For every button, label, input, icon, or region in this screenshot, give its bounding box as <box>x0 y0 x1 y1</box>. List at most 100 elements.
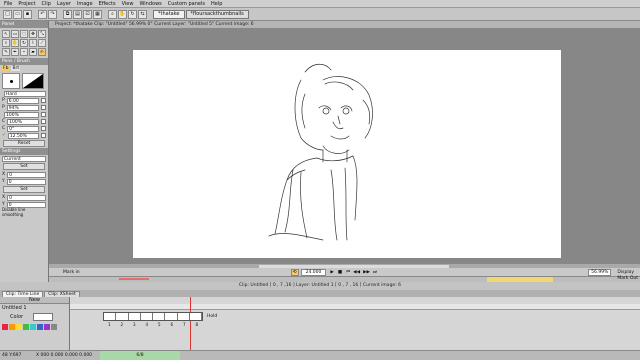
menu-help[interactable]: Help <box>211 1 222 7</box>
rotate-icon[interactable]: ↻ <box>128 9 137 19</box>
color-chip-blue[interactable] <box>37 324 43 330</box>
smoothing-check-icon[interactable]: ✔ <box>2 133 6 138</box>
brush-tab-a[interactable]: Fb <box>2 66 10 71</box>
menu-effects[interactable]: Effects <box>99 1 116 7</box>
first-frame-icon[interactable]: ⏮ <box>346 269 350 275</box>
layer-mode-select[interactable]: Current <box>2 155 46 162</box>
new-layer-button[interactable]: New <box>29 297 40 303</box>
layer-name[interactable]: Untitled 1 <box>2 305 27 311</box>
pen-tool-icon[interactable]: ✒ <box>11 48 19 56</box>
move-tool-icon[interactable]: ✥ <box>29 30 37 38</box>
menu-custom-panels[interactable]: Custom panels <box>168 1 205 7</box>
copy-icon[interactable]: ⧉ <box>63 9 72 19</box>
display-label[interactable]: Display <box>617 270 634 275</box>
brush-size-field[interactable]: 6.00 <box>6 97 39 104</box>
new-icon[interactable]: □ <box>3 9 12 19</box>
rotate-tool-icon[interactable]: ↻ <box>20 39 28 47</box>
drawing-canvas[interactable] <box>133 50 561 258</box>
undo-icon[interactable]: ↶ <box>38 9 47 19</box>
loop-button[interactable]: ⟲ <box>290 268 299 276</box>
menu-view[interactable]: View <box>122 1 134 7</box>
color-chip-red[interactable] <box>2 324 8 330</box>
color-chip-yellow[interactable] <box>16 324 22 330</box>
size-pressure-checkbox[interactable] <box>41 98 46 103</box>
hand-tool-icon[interactable]: ✋ <box>11 39 19 47</box>
paste-icon[interactable]: ▤ <box>73 9 82 19</box>
menu-clip[interactable]: Clip <box>41 1 50 7</box>
last-frame-icon[interactable]: ⏭ <box>373 269 377 275</box>
transform-tool-icon[interactable]: ⤡ <box>38 30 46 38</box>
frame-cell[interactable] <box>141 313 153 320</box>
offset-x-field[interactable]: 0 <box>7 171 46 178</box>
menu-image[interactable]: Image <box>77 1 93 7</box>
menu-project[interactable]: Project <box>18 1 35 7</box>
pencil-tool-icon[interactable]: ✎ <box>2 48 10 56</box>
frame-cell[interactable] <box>129 313 141 320</box>
brush-color-field[interactable]: 100% <box>7 118 39 125</box>
menu-file[interactable]: File <box>4 1 12 7</box>
select-tool-icon[interactable]: ↖ <box>2 30 10 38</box>
tab-document-thatake[interactable]: *thatake <box>153 9 185 19</box>
next-frame-icon[interactable]: ▶▶ <box>363 270 370 275</box>
frame-cells[interactable] <box>103 312 203 321</box>
zoom-icon[interactable]: ⌕ <box>108 9 117 19</box>
angle-checkbox[interactable] <box>41 126 46 131</box>
lightbox-tool-icon[interactable]: ✍ <box>38 48 46 56</box>
save-icon[interactable]: ▪ <box>23 9 32 19</box>
offset-x2-field[interactable]: 0 <box>7 194 46 201</box>
open-icon[interactable]: ▭ <box>13 9 22 19</box>
color-chip-cyan[interactable] <box>30 324 36 330</box>
brush-tool-icon[interactable]: ⌁ <box>20 48 28 56</box>
mark-out-label[interactable]: Mark Out <box>617 276 638 281</box>
mark-in-button[interactable]: Mark in <box>63 270 80 275</box>
frame-cell[interactable] <box>153 313 166 320</box>
brush-pressure-field[interactable]: 94% <box>6 104 39 111</box>
color-chip-orange[interactable] <box>9 324 15 330</box>
frame-cell[interactable] <box>104 313 117 320</box>
ruler-tool-icon[interactable]: ⟋ <box>38 39 46 47</box>
color-chip-green[interactable] <box>23 324 29 330</box>
brush-tab-b[interactable]: Brt <box>11 66 21 71</box>
offset-y-field[interactable]: 0 <box>6 178 46 185</box>
marquee-tool-icon[interactable]: ▭ <box>11 30 19 38</box>
pressure-curve[interactable] <box>22 73 44 89</box>
hand-icon[interactable]: ✋ <box>118 9 127 19</box>
timeline-frames[interactable]: Hold 1 2 3 4 5 6 7 8 <box>70 297 640 350</box>
lasso-tool-icon[interactable]: ◌ <box>20 30 28 38</box>
menu-windows[interactable]: Windows <box>139 1 161 7</box>
redo-icon[interactable]: ↷ <box>48 9 57 19</box>
brush-opacity-field[interactable]: 100% <box>4 111 39 118</box>
brush-type-select[interactable]: Hard <box>4 90 46 97</box>
brush-smoothing-field[interactable]: 12.50% <box>7 132 39 139</box>
play-icon[interactable]: ▶ <box>330 270 333 275</box>
frame-ruler[interactable] <box>70 304 640 310</box>
menu-layer[interactable]: Layer <box>57 1 71 7</box>
stop-icon[interactable]: ■ <box>338 270 342 275</box>
frame-cell[interactable] <box>178 313 190 320</box>
pressure-checkbox[interactable] <box>41 105 46 110</box>
fit-icon[interactable]: ⊡ <box>83 9 92 19</box>
eraser-tool-icon[interactable]: ▰ <box>29 48 37 56</box>
disable-smoothing-label[interactable]: Disable line smoothing <box>2 207 46 217</box>
grid-icon[interactable]: ▦ <box>93 9 102 19</box>
flip-icon[interactable]: ⇆ <box>138 9 147 19</box>
frame-cell[interactable] <box>190 313 202 320</box>
zoom-tool-icon[interactable]: ⌕ <box>2 39 10 47</box>
frame-rate-field[interactable]: 24.000 <box>300 268 327 276</box>
smoothing-checkbox[interactable] <box>41 133 46 138</box>
zoom-percent-field[interactable]: 56.99% <box>588 268 612 276</box>
tab-document-floursack[interactable]: *floursackthumbnails <box>185 9 249 19</box>
color-chip-purple[interactable] <box>44 324 50 330</box>
frame-cell[interactable] <box>116 313 129 320</box>
set-button-1[interactable]: Set <box>3 163 45 170</box>
set-button-2[interactable]: Set <box>3 186 45 193</box>
opacity-checkbox[interactable] <box>41 112 46 117</box>
brush-angle-field[interactable]: 0° <box>7 125 39 132</box>
color-chip-gray[interactable] <box>51 324 57 330</box>
color-checkbox[interactable] <box>41 119 46 124</box>
layer-color-swatch[interactable] <box>33 313 54 321</box>
prev-frame-icon[interactable]: ◀◀ <box>353 270 360 275</box>
frame-cell[interactable] <box>165 313 178 320</box>
eyedropper-tool-icon[interactable]: ⌇ <box>29 39 37 47</box>
reset-button[interactable]: Reset <box>3 140 45 147</box>
